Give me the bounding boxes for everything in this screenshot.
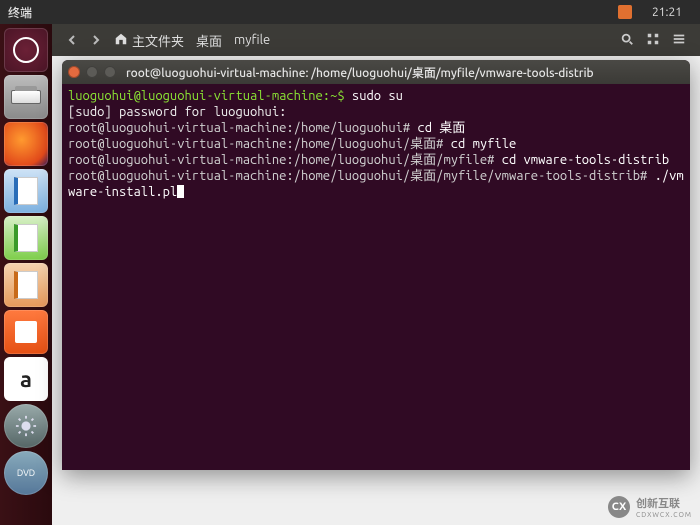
active-app-name: 终端 (8, 4, 32, 21)
breadcrumb-desktop[interactable]: 桌面 (196, 31, 222, 50)
ubuntu-software-icon[interactable] (4, 310, 48, 354)
libreoffice-writer-icon[interactable] (4, 169, 48, 213)
prompt: root@luoguohui-virtual-machine:/home/luo… (68, 121, 417, 135)
terminal-body[interactable]: luoguohui@luoguohui-virtual-machine:~$ s… (62, 84, 690, 204)
libreoffice-calc-icon[interactable] (4, 216, 48, 260)
prompt: root@luoguohui-virtual-machine:/home/luo… (68, 137, 451, 151)
command-text: cd myfile (451, 137, 517, 151)
prompt: root@luoguohui-virtual-machine:/home/luo… (68, 153, 502, 167)
search-icon[interactable] (620, 32, 634, 49)
unity-launcher: a DVD (0, 24, 52, 525)
clock[interactable]: 21:21 (652, 6, 682, 19)
libreoffice-impress-icon[interactable] (4, 263, 48, 307)
home-icon (114, 32, 128, 49)
terminal-title: root@luoguohui-virtual-machine: /home/lu… (126, 64, 594, 81)
command-text: cd vmware-tools-distrib (502, 153, 669, 167)
forward-button[interactable] (84, 28, 108, 52)
watermark: CX 创新互联 CDXWCX.COM (608, 495, 692, 519)
view-grid-icon[interactable] (646, 32, 660, 49)
breadcrumb-myfile[interactable]: myfile (234, 33, 270, 47)
window-close-button[interactable] (68, 66, 80, 78)
command-text: sudo su (352, 89, 403, 103)
cursor (177, 185, 184, 198)
prompt: luoguohui@luoguohui-virtual-machine:~$ (68, 89, 352, 103)
breadcrumb-label: 主文件夹 (132, 31, 184, 50)
back-button[interactable] (60, 28, 84, 52)
amazon-icon[interactable]: a (4, 357, 48, 401)
watermark-badge: CX (608, 496, 630, 518)
topbar-indicators: 21:21 (608, 5, 692, 19)
system-settings-icon[interactable] (4, 404, 48, 448)
command-text: cd 桌面 (417, 121, 465, 135)
files-icon[interactable] (4, 75, 48, 119)
prompt: root@luoguohui-virtual-machine:/home/luo… (68, 169, 655, 183)
watermark-sub: CDXWCX.COM (636, 511, 692, 519)
terminal-titlebar[interactable]: root@luoguohui-virtual-machine: /home/lu… (62, 60, 690, 84)
prompt: [sudo] password for luoguohui: (68, 105, 286, 119)
language-icon[interactable] (618, 5, 632, 19)
window-minimize-button[interactable] (86, 66, 98, 78)
window-maximize-button[interactable] (104, 66, 116, 78)
dvd-media-icon[interactable]: DVD (4, 451, 48, 495)
firefox-icon[interactable] (4, 122, 48, 166)
breadcrumb-home[interactable]: 主文件夹 (114, 31, 184, 50)
menu-icon[interactable] (672, 32, 686, 49)
gnome-topbar: 终端 21:21 (0, 0, 700, 24)
watermark-text: 创新互联 (636, 495, 692, 511)
dash-icon[interactable] (4, 28, 48, 72)
file-manager-toolbar: 主文件夹 桌面 myfile (52, 24, 700, 56)
terminal-window[interactable]: root@luoguohui-virtual-machine: /home/lu… (62, 60, 690, 470)
